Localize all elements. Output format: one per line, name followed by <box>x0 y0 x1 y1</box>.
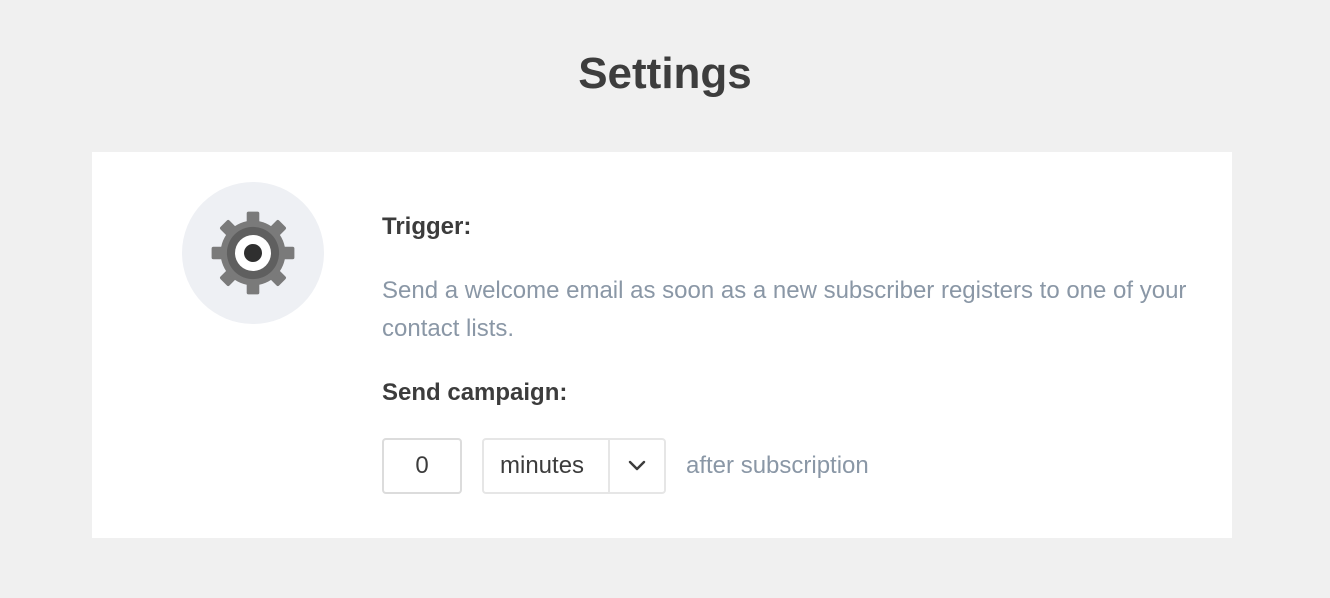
delay-unit-value: minutes <box>500 452 585 479</box>
trigger-label: Trigger: <box>382 213 472 240</box>
icon-badge <box>182 182 324 324</box>
trigger-description: Send a welcome email as soon as a new su… <box>382 277 1187 342</box>
after-subscription-text: after subscription <box>686 452 869 479</box>
delay-value-input[interactable] <box>382 438 462 494</box>
settings-card: Trigger: Send a welcome email as soon as… <box>92 152 1232 538</box>
delay-unit-dropdown-toggle[interactable] <box>610 440 664 492</box>
send-campaign-label: Send campaign: <box>382 379 568 406</box>
send-delay-row: minutes after subscription <box>382 438 1212 494</box>
delay-unit-select[interactable]: minutes <box>482 438 666 494</box>
chevron-down-icon <box>628 460 646 471</box>
gear-icon <box>211 211 295 295</box>
page-title: Settings <box>578 49 752 98</box>
